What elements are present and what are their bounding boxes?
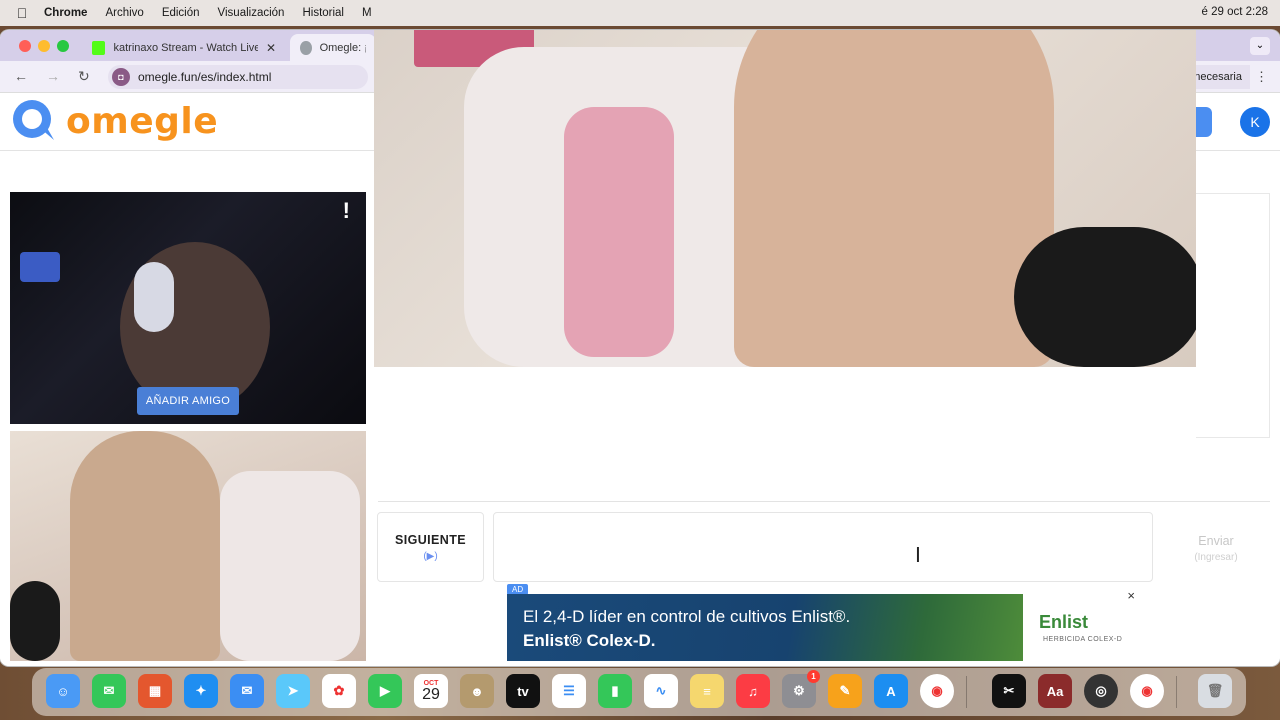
ad-close-icon[interactable]: ×	[1127, 588, 1135, 603]
chrome-icon[interactable]: ◉	[920, 674, 954, 708]
self-video	[10, 431, 366, 661]
freeform-icon[interactable]: ∿	[644, 674, 678, 708]
next-hint: (▶)	[423, 551, 438, 562]
messages-icon[interactable]: ✉	[92, 674, 126, 708]
mac-dock: ☺ ✉ ▦ ✦ ✉ ➤ ✿ ▶ OCT 29 ☻ tv ☰ ▮ ∿ ≡ ♫ ⚙ 1…	[32, 668, 1246, 716]
next-label: SIGUIENTE	[395, 533, 466, 547]
tab-title: katrinaxo Stream - Watch Live	[113, 41, 258, 54]
send-button[interactable]: Enviar (Ingresar)	[1162, 512, 1270, 582]
menu-edicion[interactable]: Edición	[162, 7, 200, 19]
obs-icon[interactable]: ◎	[1084, 674, 1118, 708]
tab-title: Omegle: ¡H	[319, 41, 366, 54]
menubar-clock[interactable]: é 29 oct 2:28	[1202, 6, 1269, 18]
ad-banner-container[interactable]: AD El 2,4-D líder en control de cultivos…	[507, 584, 1141, 661]
pages-icon[interactable]: ✎	[828, 674, 862, 708]
notes-icon[interactable]: ≡	[690, 674, 724, 708]
back-arrow-icon[interactable]: ←	[14, 68, 28, 84]
close-tab-icon[interactable]: ✕	[266, 41, 276, 55]
minimize-window-icon[interactable]	[38, 40, 50, 52]
mail-icon[interactable]: ✉	[230, 674, 264, 708]
kick-favicon-icon	[92, 40, 106, 55]
safari-icon[interactable]: ✦	[184, 674, 218, 708]
chair-pink-shape	[564, 107, 674, 357]
app-store-icon[interactable]: A	[874, 674, 908, 708]
capcut-icon[interactable]: ✂	[992, 674, 1026, 708]
tv-label: tv	[517, 683, 529, 699]
next-button[interactable]: SIGUIENTE (▶)	[377, 512, 484, 582]
menu-historial[interactable]: Historial	[302, 7, 344, 19]
ad-logo-sub: HERBICIDA COLEX-D	[1043, 636, 1123, 643]
numbers-icon[interactable]: ▮	[598, 674, 632, 708]
stream-overlay-video	[374, 30, 1196, 367]
site-info-icon[interactable]: ◘	[112, 68, 130, 86]
menu-visualizacion[interactable]: Visualización	[218, 7, 285, 19]
add-friend-button[interactable]: AÑADIR AMIGO	[137, 387, 239, 415]
message-input[interactable]	[493, 512, 1153, 582]
tab-search-chevron-icon[interactable]: ⌄	[1250, 37, 1270, 55]
photos-icon[interactable]: ✿	[322, 674, 356, 708]
close-window-icon[interactable]	[19, 40, 31, 52]
settings-badge: 1	[807, 670, 820, 683]
dock-separator	[966, 676, 967, 708]
maps-icon[interactable]: ➤	[276, 674, 310, 708]
facetime-icon[interactable]: ▶	[368, 674, 402, 708]
launchpad-icon[interactable]: ▦	[138, 674, 172, 708]
mic-shape	[1014, 227, 1196, 367]
microphone-shape	[10, 581, 60, 661]
chrome-alt-icon[interactable]: ◉	[1130, 674, 1164, 708]
menu-app-name[interactable]: Chrome	[44, 7, 87, 19]
apple-icon[interactable]: 	[0, 5, 44, 21]
apple-tv-icon[interactable]: tv	[506, 674, 540, 708]
ad-logo: Enlist	[1039, 612, 1089, 632]
tab-katrinaxo[interactable]: katrinaxo Stream - Watch Live ✕	[82, 34, 286, 61]
dictionary-icon[interactable]: Aa	[1038, 674, 1072, 708]
send-label: Enviar	[1198, 534, 1234, 548]
reload-icon[interactable]: ↻	[78, 68, 90, 85]
globe-favicon-icon	[300, 40, 312, 55]
browser-window: katrinaxo Stream - Watch Live ✕ Omegle: …	[0, 30, 1280, 666]
self-figure	[70, 431, 220, 661]
system-settings-icon[interactable]: ⚙ 1	[782, 670, 820, 708]
ad-headline: El 2,4-D líder en control de cultivos En…	[523, 607, 851, 626]
menu-archivo[interactable]: Archivo	[105, 7, 143, 19]
streamer-figure	[734, 30, 1054, 367]
url-field[interactable]: ◘ omegle.fun/es/index.html	[108, 65, 368, 89]
forward-arrow-icon[interactable]: →	[46, 68, 60, 84]
dock-separator	[1176, 676, 1177, 708]
report-icon[interactable]: !	[343, 198, 350, 224]
contacts-icon[interactable]: ☻	[460, 674, 494, 708]
ad-banner[interactable]: El 2,4-D líder en control de cultivos En…	[507, 594, 1023, 661]
url-text: omegle.fun/es/index.html	[138, 70, 272, 84]
reminders-icon[interactable]: ☰	[552, 674, 586, 708]
menu-truncated[interactable]: M	[362, 7, 372, 19]
blue-light-shape	[20, 252, 60, 282]
chat-log	[378, 438, 1270, 502]
omegle-logo[interactable]: omegle	[10, 98, 218, 144]
trash-icon[interactable]: 🗑	[1198, 674, 1232, 708]
ad-product: Enlist® Colex-D.	[523, 631, 656, 650]
finder-icon[interactable]: ☺	[46, 674, 80, 708]
mac-menubar:  Chrome Archivo Edición Visualización H…	[0, 0, 1280, 26]
music-icon[interactable]: ♫	[736, 674, 770, 708]
calendar-day: 29	[422, 685, 440, 703]
tab-omegle[interactable]: Omegle: ¡H	[290, 34, 376, 61]
headphones-shape	[134, 262, 174, 332]
dict-label: Aa	[1046, 683, 1064, 699]
profile-avatar[interactable]: K	[1240, 107, 1270, 137]
chrome-menu-icon[interactable]: ⋮	[1255, 69, 1268, 85]
logo-text: omegle	[66, 100, 219, 142]
text-cursor-icon: I	[915, 543, 921, 567]
gaming-chair-shape	[220, 471, 360, 661]
calendar-icon[interactable]: OCT 29	[414, 674, 448, 708]
send-hint: (Ingresar)	[1194, 552, 1238, 563]
zoom-window-icon[interactable]	[57, 40, 69, 52]
omegle-logo-icon	[10, 98, 62, 144]
side-panel	[1196, 193, 1270, 438]
stranger-video: ! AÑADIR AMIGO	[10, 192, 366, 424]
